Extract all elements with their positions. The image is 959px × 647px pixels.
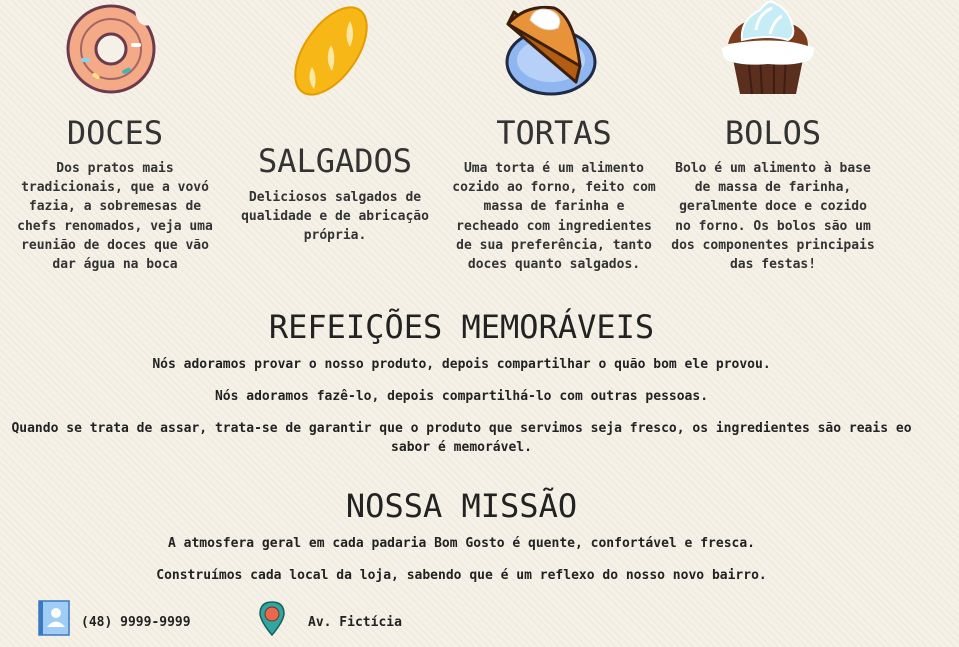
map-pin-icon <box>258 600 286 637</box>
category-description: Deliciosos salgados de qualidade e de ab… <box>241 190 429 244</box>
cupcake-icon <box>718 0 818 98</box>
category-salgados: SALGADOS Deliciosos salgados de qualidad… <box>235 0 435 280</box>
category-title: TORTAS <box>496 114 612 152</box>
address-text: Av. Fictícia <box>308 615 402 630</box>
section-paragraph: Nós adoramos fazê-lo, depois compartilhá… <box>214 389 709 404</box>
section-paragraph: A atmosfera geral em cada padaria Bom Go… <box>168 536 755 551</box>
pie-icon <box>504 2 600 96</box>
phone-number: (48) 9999-9999 <box>81 615 191 630</box>
bread-icon <box>284 5 378 99</box>
category-title: DOCES <box>66 114 164 152</box>
category-description: Dos pratos mais tradicionais, que a vovó… <box>17 161 213 273</box>
category-description: Bolo é um alimento à base de massa de fa… <box>671 161 875 273</box>
section-paragraph: Quando se trata de assar, trata-se de ga… <box>11 421 912 456</box>
section-paragraph: Nós adoramos provar o nosso produto, dep… <box>152 357 771 372</box>
section-title: REFEIÇÕES MEMORÁVEIS <box>268 308 655 346</box>
category-title: SALGADOS <box>257 142 413 180</box>
contact-address[interactable]: Av. Fictícia <box>258 600 418 637</box>
section-title: NOSSA MISSÃO <box>345 487 578 525</box>
category-tortas: TORTAS Uma torta é um alimento cozido ao… <box>449 0 659 280</box>
donut-icon <box>65 2 157 94</box>
category-title: BOLOS <box>724 114 822 152</box>
category-bolos: BOLOS Bolo é um alimento à base de massa… <box>668 0 878 280</box>
contact-phone[interactable]: (48) 9999-9999 <box>38 600 208 636</box>
category-doces: DOCES Dos pratos mais tradicionais, que … <box>15 0 215 280</box>
contact-card-icon <box>38 600 70 636</box>
section-paragraph: Construímos cada local da loja, sabendo … <box>156 568 767 583</box>
category-description: Uma torta é um alimento cozido ao forno,… <box>452 161 656 273</box>
